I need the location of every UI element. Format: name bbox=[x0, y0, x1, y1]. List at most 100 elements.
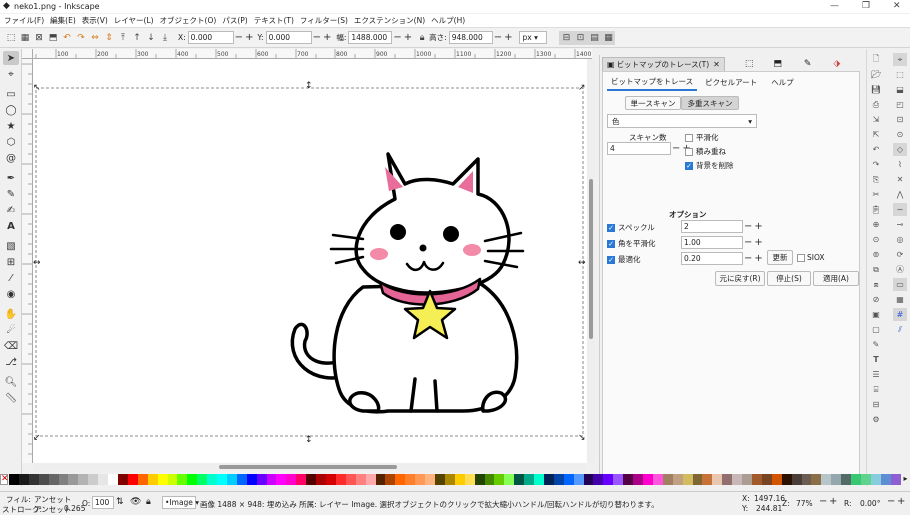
fill-stroke-icon[interactable]: ✎ bbox=[869, 338, 883, 351]
ellipse-tool-icon[interactable]: ◯ bbox=[3, 103, 19, 117]
new-doc-icon[interactable]: 🗋︎ bbox=[869, 53, 883, 66]
layers-icon[interactable]: ☰ bbox=[869, 368, 883, 381]
rotation-minus-icon[interactable]: − bbox=[887, 496, 895, 507]
flip-horizontal-icon[interactable]: ⇔ bbox=[88, 31, 102, 45]
palette-swatch[interactable] bbox=[543, 474, 554, 485]
palette-swatch[interactable] bbox=[405, 474, 416, 485]
selector-tool-icon[interactable]: ➤ bbox=[3, 51, 19, 65]
horizontal-scroll-thumb[interactable] bbox=[219, 465, 397, 469]
zoom-plus-icon[interactable]: + bbox=[829, 496, 837, 507]
menu-item[interactable]: テキスト(T) bbox=[254, 15, 294, 26]
palette-swatch[interactable] bbox=[108, 474, 118, 485]
optimize-checkbox[interactable]: ✓ bbox=[607, 255, 615, 264]
palette-swatch[interactable] bbox=[801, 474, 812, 485]
palette-swatch[interactable] bbox=[68, 474, 79, 485]
palette-swatch[interactable] bbox=[286, 474, 297, 485]
palette-swatch[interactable] bbox=[425, 474, 435, 485]
gradient-tool-icon[interactable]: ▧ bbox=[3, 239, 19, 253]
palette-swatch[interactable] bbox=[682, 474, 693, 485]
palette-swatch[interactable] bbox=[712, 474, 723, 485]
palette-swatch[interactable] bbox=[702, 474, 713, 485]
horizontal-ruler[interactable]: 100 200 300 400 500 600 700 800 900 1000 1100 1200 1… bbox=[33, 49, 592, 59]
scale-corners-icon[interactable]: ⊡ bbox=[573, 30, 588, 45]
palette-swatch[interactable] bbox=[306, 474, 317, 485]
palette-swatch[interactable] bbox=[494, 474, 505, 485]
no-paint-swatch[interactable]: ✕ bbox=[0, 474, 9, 485]
remove-bg-option[interactable]: ✓ 背景を削除 bbox=[685, 160, 734, 171]
palette-swatch[interactable] bbox=[177, 474, 188, 485]
x-minus-icon[interactable]: − bbox=[235, 32, 243, 43]
trace-mode-select[interactable]: 色 ▾ bbox=[607, 114, 757, 128]
spray-tool-icon[interactable]: ☄ bbox=[3, 323, 19, 337]
unit-select[interactable]: px ▾ bbox=[519, 31, 548, 44]
undo-button[interactable]: 元に戻す(R) bbox=[715, 271, 765, 286]
optimize-plus-icon[interactable]: + bbox=[754, 253, 762, 264]
menu-item[interactable]: 表示(V) bbox=[82, 15, 108, 26]
multi-scan-button[interactable]: 多重スキャン bbox=[681, 96, 739, 110]
snap-toggle-icon[interactable]: ⌖ bbox=[893, 53, 907, 66]
snap-midpoints-icon[interactable]: ⊸ bbox=[893, 218, 907, 231]
palette-swatch[interactable] bbox=[48, 474, 59, 485]
menu-item[interactable]: レイヤー(L) bbox=[114, 15, 154, 26]
dock-tab-close-icon[interactable]: ✕ bbox=[713, 60, 720, 69]
canvas[interactable]: ↖ ↕ ↗ ↔ ↔ ↙ ↕ ↘ bbox=[33, 59, 587, 463]
palette-swatch[interactable] bbox=[692, 474, 703, 485]
palette-swatch[interactable] bbox=[563, 474, 574, 485]
palette-swatch[interactable] bbox=[147, 474, 158, 485]
rotate-cw-icon[interactable]: ↷ bbox=[74, 31, 88, 45]
palette-swatch[interactable] bbox=[365, 474, 376, 485]
palette-swatch[interactable] bbox=[791, 474, 802, 485]
smooth-corners-plus-icon[interactable]: + bbox=[754, 237, 762, 248]
smooth-checkbox[interactable] bbox=[685, 133, 693, 142]
palette-swatch[interactable] bbox=[593, 474, 604, 485]
lower-icon[interactable]: ↓ bbox=[144, 31, 158, 45]
vertical-scroll-thumb[interactable] bbox=[589, 179, 593, 339]
palette-swatch[interactable] bbox=[880, 474, 891, 485]
rotation-value[interactable]: 0.00° bbox=[860, 499, 880, 508]
save-icon[interactable]: 💾︎ bbox=[869, 83, 883, 96]
snap-centers-icon[interactable]: ◎ bbox=[893, 233, 907, 246]
visibility-eye-icon[interactable]: 👁︎ bbox=[130, 497, 141, 507]
select-all-icon[interactable]: ⬚ bbox=[4, 31, 18, 45]
zoom-page-icon[interactable]: ⊚ bbox=[869, 248, 883, 261]
palette-swatch[interactable] bbox=[444, 474, 455, 485]
palette-swatch[interactable] bbox=[583, 474, 594, 485]
menu-item[interactable]: 編集(E) bbox=[50, 15, 76, 26]
palette-swatch[interactable] bbox=[504, 474, 515, 485]
dock-tab4-icon[interactable]: ✎ bbox=[804, 59, 812, 69]
stack-checkbox[interactable] bbox=[685, 147, 693, 156]
palette-swatch[interactable] bbox=[851, 474, 861, 485]
palette-swatch[interactable] bbox=[256, 474, 267, 485]
snap-bbox-edge-icon[interactable]: ⬓ bbox=[893, 83, 907, 96]
palette-swatch[interactable] bbox=[771, 474, 782, 485]
duplicate-icon[interactable]: ⧉ bbox=[869, 263, 883, 276]
palette-swatch[interactable] bbox=[316, 474, 326, 485]
import-icon[interactable]: ⇲ bbox=[869, 113, 883, 126]
snap-page-icon[interactable]: ▭ bbox=[893, 278, 907, 291]
palette-swatch[interactable] bbox=[573, 474, 584, 485]
palette-menu-icon[interactable]: ▸ bbox=[901, 474, 910, 485]
palette-swatch[interactable] bbox=[127, 474, 138, 485]
single-scan-button[interactable]: 単一スキャン bbox=[625, 96, 681, 110]
speckles-minus-icon[interactable]: − bbox=[744, 221, 752, 232]
smooth-corners-minus-icon[interactable]: − bbox=[744, 237, 752, 248]
scale-stroke-icon[interactable]: ⊟ bbox=[559, 30, 574, 45]
siox-checkbox[interactable] bbox=[797, 253, 805, 262]
export-icon[interactable]: ⇱ bbox=[869, 128, 883, 141]
palette-swatch[interactable] bbox=[633, 474, 643, 485]
palette-swatch[interactable] bbox=[187, 474, 198, 485]
tweak-tool-icon[interactable]: ✋ bbox=[3, 307, 19, 321]
speckles-plus-icon[interactable]: + bbox=[754, 221, 762, 232]
palette-swatch[interactable] bbox=[652, 474, 663, 485]
palette-swatch[interactable] bbox=[98, 474, 109, 485]
redo-icon[interactable]: ↷ bbox=[869, 158, 883, 171]
palette-swatch[interactable] bbox=[514, 474, 525, 485]
y-minus-icon[interactable]: − bbox=[313, 32, 321, 43]
box3d-tool-icon[interactable]: ⬡ bbox=[3, 135, 19, 149]
palette-swatch[interactable] bbox=[296, 474, 307, 485]
width-field[interactable]: 1488.000 bbox=[348, 31, 393, 44]
menu-item[interactable]: パス(P) bbox=[222, 15, 247, 26]
star-tool-icon[interactable]: ★ bbox=[3, 119, 19, 133]
paint-bucket-tool-icon[interactable]: ◉ bbox=[3, 287, 19, 301]
smooth-corners-option[interactable]: ✓ 角を平滑化 bbox=[607, 238, 656, 249]
